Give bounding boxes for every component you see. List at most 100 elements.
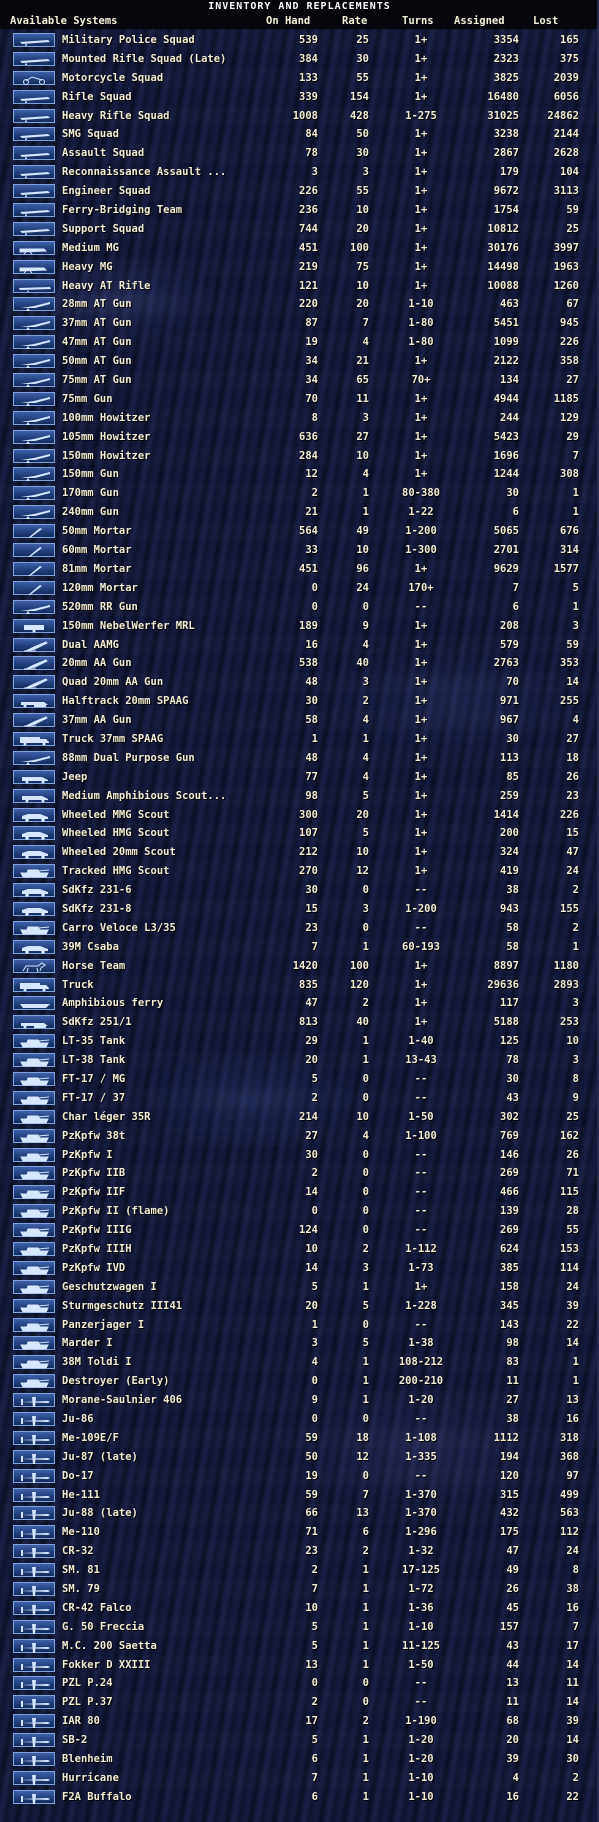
header-on-hand[interactable]: On Hand	[266, 14, 310, 29]
table-row[interactable]: Halftrack 20mm SPAAG 30 2 1+ 971 255	[0, 692, 599, 711]
armored-car-icon[interactable]	[13, 883, 55, 898]
aircraft-icon[interactable]	[13, 1733, 55, 1748]
table-row[interactable]: FT-17 / 37 2 0 -- 43 9	[0, 1089, 599, 1108]
gun-icon[interactable]	[13, 297, 55, 312]
table-row[interactable]: He-111 59 7 1-370 315 499	[0, 1486, 599, 1505]
table-row[interactable]: 39M Csaba 7 1 60-193 58 1	[0, 938, 599, 957]
table-row[interactable]: Ju-86 0 0 -- 38 16	[0, 1410, 599, 1429]
infantry-icon[interactable]	[13, 165, 55, 180]
table-row[interactable]: Mounted Rifle Squad (Late) 384 30 1+ 2323 375	[0, 50, 599, 69]
armored-car-icon[interactable]	[13, 826, 55, 841]
table-row[interactable]: Truck 37mm SPAAG 1 1 1+ 30 27	[0, 730, 599, 749]
table-row[interactable]: PzKpfw IIIH 10 2 1-112 624 153	[0, 1240, 599, 1259]
gun-icon[interactable]	[13, 429, 55, 444]
table-row[interactable]: Assault Squad 78 30 1+ 2867 2628	[0, 144, 599, 163]
table-row[interactable]: Wheeled MMG Scout 300 20 1+ 1414 226	[0, 806, 599, 825]
infantry-icon[interactable]	[13, 221, 55, 236]
table-row[interactable]: PzKpfw IIB 2 0 -- 269 71	[0, 1164, 599, 1183]
tank-icon[interactable]	[13, 1336, 55, 1351]
aircraft-icon[interactable]	[13, 1770, 55, 1785]
aa-gun-icon[interactable]	[13, 713, 55, 728]
mortar-icon[interactable]	[13, 580, 55, 595]
tank-icon[interactable]	[13, 1279, 55, 1294]
table-row[interactable]: Military Police Squad 539 25 1+ 3354 165	[0, 31, 599, 50]
infantry-icon[interactable]	[13, 33, 55, 47]
halftrack-icon[interactable]	[13, 694, 55, 709]
table-row[interactable]: PzKpfw IVD 14 3 1-73 385 114	[0, 1259, 599, 1278]
aircraft-icon[interactable]	[13, 1619, 55, 1634]
table-row[interactable]: Motorcycle Squad 133 55 1+ 3825 2039	[0, 69, 599, 88]
armored-car-icon[interactable]	[13, 807, 55, 822]
table-row[interactable]: 120mm Mortar 0 24 170+ 7 5	[0, 579, 599, 598]
aircraft-icon[interactable]	[13, 1638, 55, 1653]
aircraft-icon[interactable]	[13, 1714, 55, 1729]
tank-icon[interactable]	[13, 1109, 55, 1124]
table-row[interactable]: Marder I 3 5 1-38 98 14	[0, 1334, 599, 1353]
table-row[interactable]: 50mm AT Gun 34 21 1+ 2122 358	[0, 352, 599, 371]
table-row[interactable]: 170mm Gun 2 1 80-380 30 1	[0, 484, 599, 503]
table-row[interactable]: Wheeled HMG Scout 107 5 1+ 200 15	[0, 824, 599, 843]
table-row[interactable]: 75mm Gun 70 11 1+ 4944 1185	[0, 390, 599, 409]
gun-icon[interactable]	[13, 354, 55, 369]
table-row[interactable]: PzKpfw I 30 0 -- 146 26	[0, 1146, 599, 1165]
header-lost[interactable]: Lost	[533, 14, 558, 29]
gun-icon[interactable]	[13, 448, 55, 463]
table-row[interactable]: F2A Buffalo 6 1 1-10 16 22	[0, 1788, 599, 1807]
aircraft-icon[interactable]	[13, 1582, 55, 1597]
table-row[interactable]: 150mm Howitzer 284 10 1+ 1696 7	[0, 447, 599, 466]
table-row[interactable]: FT-17 / MG 5 0 -- 30 8	[0, 1070, 599, 1089]
table-row[interactable]: 520mm RR Gun 0 0 -- 6 1	[0, 598, 599, 617]
table-row[interactable]: Rifle Squad 339 154 1+ 16480 6056	[0, 88, 599, 107]
table-row[interactable]: Ju-87 (late) 50 12 1-335 194 368	[0, 1448, 599, 1467]
table-row[interactable]: Wheeled 20mm Scout 212 10 1+ 324 47	[0, 843, 599, 862]
mortar-icon[interactable]	[13, 543, 55, 558]
car-icon[interactable]	[13, 769, 55, 784]
table-row[interactable]: SM. 79 7 1 1-72 26 38	[0, 1580, 599, 1599]
table-row[interactable]: Quad 20mm AA Gun 48 3 1+ 70 14	[0, 673, 599, 692]
table-row[interactable]: Reconnaissance Assault ... 3 3 1+ 179 104	[0, 163, 599, 182]
horse-icon[interactable]	[13, 958, 55, 973]
armored-car-icon[interactable]	[13, 901, 55, 916]
tank-icon[interactable]	[13, 1355, 55, 1370]
table-row[interactable]: PzKpfw II (flame) 0 0 -- 139 28	[0, 1202, 599, 1221]
table-row[interactable]: CR-32 23 2 1-32 47 24	[0, 1542, 599, 1561]
truck-icon[interactable]	[13, 731, 55, 746]
table-row[interactable]: LT-38 Tank 20 1 13-43 78 3	[0, 1051, 599, 1070]
aircraft-icon[interactable]	[13, 1487, 55, 1502]
table-row[interactable]: 88mm Dual Purpose Gun 48 4 1+ 113 18	[0, 749, 599, 768]
table-row[interactable]: Fokker D XXIII 13 1 1-50 44 14	[0, 1656, 599, 1675]
table-row[interactable]: Morane-Saulnier 406 9 1 1-20 27 13	[0, 1391, 599, 1410]
table-row[interactable]: SdKfz 231-8 15 3 1-200 943 155	[0, 900, 599, 919]
table-row[interactable]: Do-17 19 0 -- 120 97	[0, 1467, 599, 1486]
table-row[interactable]: PZL P.37 2 0 -- 11 14	[0, 1693, 599, 1712]
table-row[interactable]: Dual AAMG 16 4 1+ 579 59	[0, 636, 599, 655]
armored-car-icon[interactable]	[13, 845, 55, 860]
table-row[interactable]: Support Squad 744 20 1+ 10812 25	[0, 220, 599, 239]
table-row[interactable]: Destroyer (Early) 0 1 200-210 11 1	[0, 1372, 599, 1391]
table-row[interactable]: Amphibious ferry 47 2 1+ 117 3	[0, 994, 599, 1013]
gun-icon[interactable]	[13, 750, 55, 765]
table-row[interactable]: SM. 81 2 1 17-125 49 8	[0, 1561, 599, 1580]
table-row[interactable]: 100mm Howitzer 8 3 1+ 244 129	[0, 409, 599, 428]
table-row[interactable]: 50mm Mortar 564 49 1-200 5065 676	[0, 522, 599, 541]
gun-icon[interactable]	[13, 316, 55, 331]
table-row[interactable]: G. 50 Freccia 5 1 1-10 157 7	[0, 1618, 599, 1637]
gun-icon[interactable]	[13, 486, 55, 501]
gun-icon[interactable]	[13, 599, 55, 614]
infantry-icon[interactable]	[13, 108, 55, 123]
table-row[interactable]: SdKfz 251/1 813 40 1+ 5188 253	[0, 1013, 599, 1032]
halftrack-icon[interactable]	[13, 1015, 55, 1030]
table-row[interactable]: Heavy MG 219 75 1+ 14498 1963	[0, 258, 599, 277]
aircraft-icon[interactable]	[13, 1525, 55, 1540]
table-row[interactable]: 105mm Howitzer 636 27 1+ 5423 29	[0, 428, 599, 447]
aircraft-icon[interactable]	[13, 1468, 55, 1483]
gun-icon[interactable]	[13, 335, 55, 350]
table-row[interactable]: Jeep 77 4 1+ 85 26	[0, 768, 599, 787]
table-row[interactable]: 37mm AT Gun 87 7 1-80 5451 945	[0, 314, 599, 333]
table-row[interactable]: PzKpfw IIIG 124 0 -- 269 55	[0, 1221, 599, 1240]
table-row[interactable]: 47mm AT Gun 19 4 1-80 1099 226	[0, 333, 599, 352]
infantry-icon[interactable]	[13, 146, 55, 161]
aircraft-icon[interactable]	[13, 1789, 55, 1804]
header-systems[interactable]: Available Systems	[10, 14, 117, 29]
tank-icon[interactable]	[13, 1185, 55, 1200]
